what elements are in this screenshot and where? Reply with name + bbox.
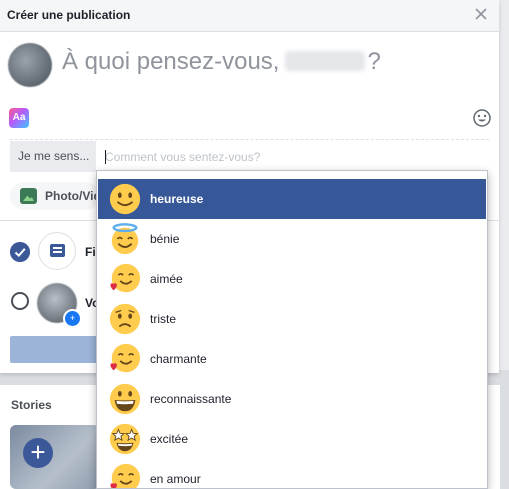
post-prompt[interactable]: À quoi pensez-vous,? [62,48,381,76]
add-story-button[interactable]: + [23,438,53,468]
feeling-option[interactable]: triste [98,299,486,339]
divider [10,139,489,140]
text-cursor [105,150,106,164]
feeling-option[interactable]: charmante [98,339,486,379]
feeling-option-label: triste [150,312,177,326]
feeling-option-label: bénie [150,232,180,246]
avatar [8,43,52,87]
emoji-picker-icon[interactable] [472,108,492,128]
checkmark-icon[interactable] [10,242,30,262]
sad-face-icon [109,303,141,335]
feeling-option-label: en amour [150,472,201,486]
heart-smile-face-icon [110,463,141,488]
story-radio[interactable] [11,292,29,310]
feeling-option[interactable]: heureuse [98,179,486,219]
grinning-face-icon [109,383,141,415]
photo-video-button[interactable]: Photo/Vid [10,182,100,210]
feeling-option-label: aimée [150,272,183,286]
share-to-feed-label: Fi [85,245,96,259]
news-feed-icon [38,232,76,270]
feeling-dropdown: heureuse bénie aimée triste charmante re… [96,170,488,489]
share-button[interactable] [10,336,100,363]
modal-title: Créer une publication [7,8,131,22]
feeling-option[interactable]: bénie [98,219,486,259]
feeling-option-label: reconnaissante [150,392,232,406]
smiling-face-icon [109,183,141,215]
feeling-option[interactable]: reconnaissante [98,379,486,419]
modal-header: Créer une publication [0,0,499,32]
feeling-search-input[interactable] [96,141,488,172]
star-eyes-face-icon [109,423,141,455]
stories-title: Stories [11,398,52,412]
heart-smile-face-icon [110,263,141,293]
heart-smile-face-icon [110,343,141,373]
post-prompt-text: À quoi pensez-vous, [62,48,280,75]
text-background-icon[interactable]: Aa [9,108,29,128]
halo-face-icon [111,223,139,255]
photo-video-label: Photo/Vid [45,189,100,203]
feeling-option-label: heureuse [150,192,204,206]
feeling-option[interactable]: excitée [98,419,486,459]
feeling-option-label: charmante [150,352,207,366]
photo-icon [20,188,37,204]
feeling-option-label: excitée [150,432,189,446]
feeling-label: Je me sens... [10,141,96,172]
feeling-option[interactable]: aimée [98,259,486,299]
blurred-user-name [285,51,366,71]
close-icon[interactable] [472,5,490,23]
story-plus-icon: + [63,309,82,328]
post-prompt-suffix: ? [367,48,381,75]
feeling-option[interactable]: en amour [98,459,486,488]
